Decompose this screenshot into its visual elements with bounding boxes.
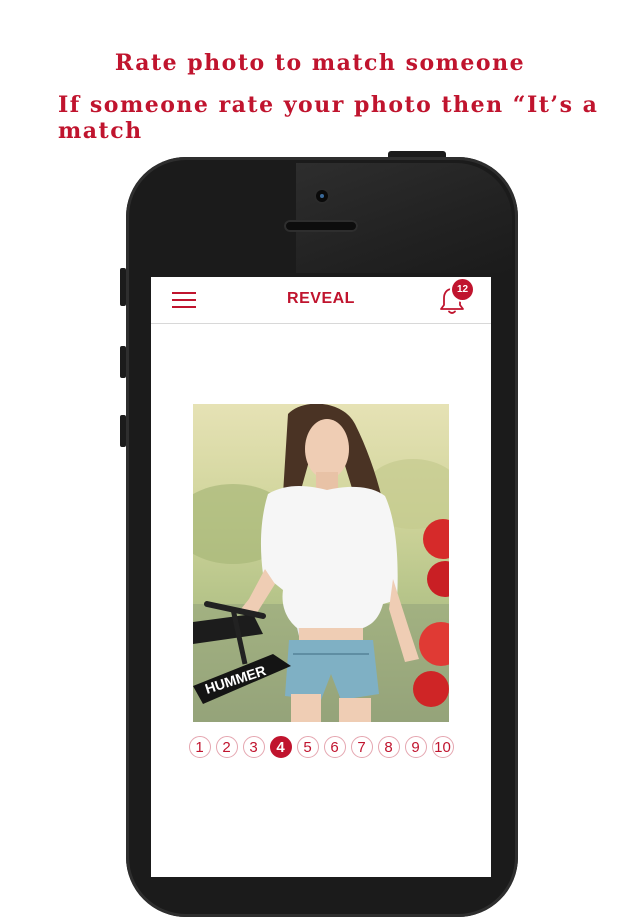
rating-option-8[interactable]: 8	[377, 736, 400, 758]
rating-option-4[interactable]: 4	[269, 736, 292, 758]
rating-option-5[interactable]: 5	[296, 736, 319, 758]
earpiece-speaker	[284, 220, 358, 232]
rating-option-7[interactable]: 7	[350, 736, 373, 758]
rating-option-3[interactable]: 3	[242, 736, 265, 758]
app-bar: REVEAL 12	[151, 277, 491, 324]
headline-line-1: Rate photo to match someone	[114, 50, 526, 76]
profile-photo: HUMMER	[193, 404, 449, 722]
rating-option-9[interactable]: 9	[404, 736, 427, 758]
phone-sheen	[296, 163, 512, 273]
headline-line-2: If someone rate your photo then “It’s a …	[58, 92, 599, 144]
front-camera	[316, 190, 328, 202]
rating-option-2[interactable]: 2	[215, 736, 238, 758]
rating-option-6[interactable]: 6	[323, 736, 346, 758]
rating-option-1[interactable]: 1	[188, 736, 211, 758]
rating-scale: 1 2 3 4 5 6 7 8 9 10	[161, 736, 481, 760]
app-screen: REVEAL 12 HUMMER 1 2 3 4 5 6 7 8 9 10	[151, 277, 491, 877]
notification-badge: 12	[452, 279, 473, 300]
rating-option-10[interactable]: 10	[431, 736, 454, 758]
